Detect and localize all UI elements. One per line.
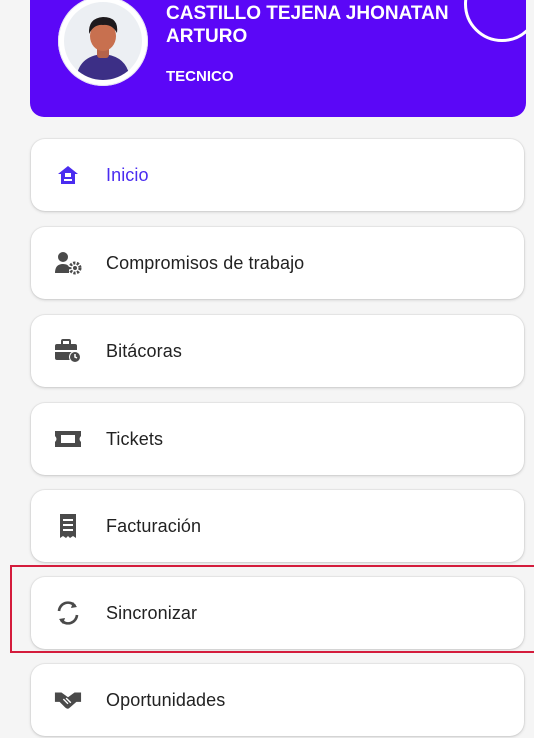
menu-label: Facturación xyxy=(106,515,202,536)
menu-item-bitacoras[interactable]: Bitácoras xyxy=(31,315,524,387)
menu-item-inicio[interactable]: Inicio xyxy=(31,139,524,211)
menu-item-compromisos[interactable]: Compromisos de trabajo xyxy=(31,227,524,299)
menu-label: Inicio xyxy=(106,164,149,185)
menu-item-tickets[interactable]: Tickets xyxy=(31,403,524,475)
home-icon xyxy=(54,161,82,189)
highlight-frame xyxy=(10,565,534,653)
ticket-icon xyxy=(54,425,82,453)
receipt-icon xyxy=(54,512,82,540)
menu-item-facturacion[interactable]: Facturación xyxy=(31,490,524,562)
menu-label: Compromisos de trabajo xyxy=(106,252,305,273)
user-name: CASTILLO TEJENA JHONATAN ARTURO xyxy=(166,3,449,47)
profile-header: CASTILLO TEJENA JHONATAN ARTURO TECNICO xyxy=(30,0,526,117)
menu-label: Oportunidades xyxy=(106,689,226,710)
briefcase-clock-icon xyxy=(54,337,82,365)
user-gear-icon xyxy=(54,249,82,277)
handshake-icon xyxy=(54,686,82,714)
avatar[interactable] xyxy=(58,0,148,86)
menu-label: Bitácoras xyxy=(106,340,182,361)
avatar-illustration xyxy=(64,2,142,80)
menu-item-oportunidades[interactable]: Oportunidades xyxy=(31,664,524,736)
menu-label: Tickets xyxy=(106,428,164,449)
user-role: TECNICO xyxy=(166,68,234,85)
